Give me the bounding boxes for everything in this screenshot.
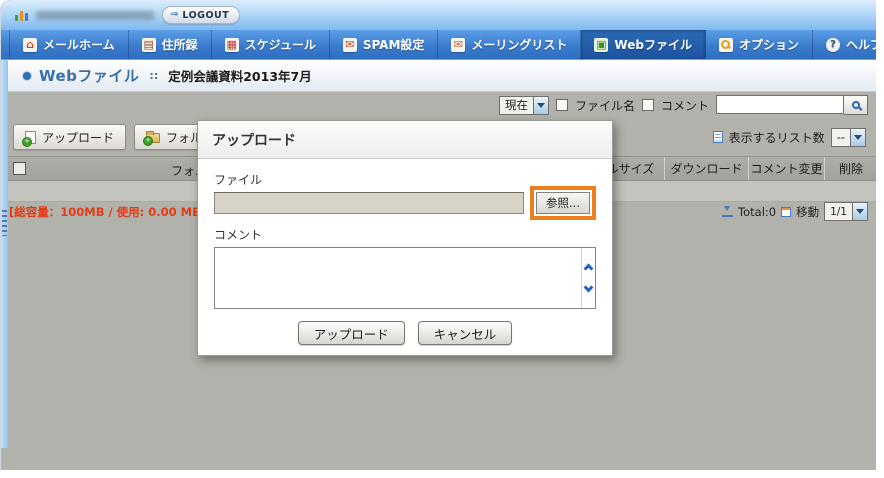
column-comment-change: コメント変更 — [748, 157, 824, 180]
textarea-scrollbar[interactable] — [581, 248, 595, 308]
search-scope-value: 現在 — [500, 97, 533, 114]
logout-label: LOGOUT — [182, 10, 229, 21]
left-panel-splitter[interactable] — [1, 60, 8, 448]
download-total-icon — [722, 206, 733, 217]
search-button[interactable] — [844, 95, 868, 115]
search-icon — [852, 101, 860, 109]
tab-mailing-list[interactable]: ✉ メーリングリスト — [438, 30, 581, 59]
dialog-cancel-button[interactable]: キャンセル — [418, 321, 513, 345]
search-row: 現在 ファイル名 コメント — [1, 92, 876, 118]
comment-checkbox-label: コメント — [661, 97, 709, 114]
tab-help[interactable]: ? ヘルプ — [813, 30, 876, 59]
column-delete: 削除 — [824, 157, 876, 180]
splitter-grip-icon — [2, 210, 7, 236]
list-count-icon — [713, 131, 723, 143]
chevron-down-icon — [852, 203, 867, 220]
tab-schedule[interactable]: ▦ スケジュール — [212, 30, 330, 59]
user-icon — [15, 9, 28, 21]
comment-checkbox[interactable] — [642, 99, 654, 111]
list-count-value: -- — [832, 129, 850, 146]
tab-label: ヘルプ — [846, 36, 876, 53]
move-label: 移動 — [796, 204, 819, 220]
scroll-down-icon[interactable] — [584, 283, 594, 293]
tab-label: メーリングリスト — [471, 36, 567, 53]
tab-label: メールホーム — [43, 36, 115, 53]
user-email-redacted — [36, 11, 154, 20]
tab-label: オプション — [739, 36, 799, 53]
comment-textarea-wrap — [214, 247, 596, 309]
capacity-text: [総容量：100MB / 使用: 0.00 MB] — [9, 204, 206, 220]
filename-checkbox[interactable] — [556, 99, 568, 111]
tab-address-book[interactable]: ▤ 住所録 — [129, 30, 212, 59]
search-input[interactable] — [716, 95, 844, 114]
browse-highlight-box: 参照... — [530, 186, 596, 220]
search-scope-select[interactable]: 現在 — [499, 96, 549, 115]
list-count-select[interactable]: -- — [831, 128, 866, 147]
file-path-input[interactable] — [214, 192, 524, 214]
column-download: ダウンロード — [664, 157, 748, 180]
spam-settings-icon: ✉ — [343, 38, 357, 52]
move-icon — [781, 207, 791, 217]
total-count: Total:0 — [738, 205, 776, 219]
home-icon: ⌂ — [23, 38, 37, 52]
tab-mail-home[interactable]: ⌂ メールホーム — [9, 30, 129, 59]
tab-label: スケジュール — [245, 36, 316, 53]
title-separator: :: — [149, 69, 158, 82]
key-icon — [719, 38, 733, 52]
tab-label: SPAM設定 — [363, 36, 425, 53]
upload-button[interactable]: アップロード — [13, 124, 126, 150]
section-title: Webファイル — [39, 65, 139, 86]
web-file-icon: ▣ — [594, 38, 608, 52]
comment-textarea[interactable] — [215, 248, 581, 308]
section-ring-icon — [23, 72, 31, 80]
chevron-down-icon — [850, 129, 865, 146]
tab-label: 住所録 — [162, 36, 198, 53]
scroll-up-icon[interactable] — [584, 264, 594, 274]
upload-button-label: アップロード — [42, 129, 114, 146]
app-window: ⇒ LOGOUT ⌂ メールホーム ▤ 住所録 ▦ スケジュール ✉ SPAM設… — [0, 0, 876, 470]
main-nav: ⌂ メールホーム ▤ 住所録 ▦ スケジュール ✉ SPAM設定 ✉ メーリング… — [1, 30, 876, 60]
current-folder-title: 定例会議資料2013年7月 — [168, 66, 312, 85]
logout-button[interactable]: ⇒ LOGOUT — [162, 6, 240, 24]
file-add-icon — [25, 131, 36, 144]
upload-dialog: アップロード ファイル 参照... コメント アップロード キャンセル — [197, 120, 613, 356]
page-title-row: Webファイル :: 定例会議資料2013年7月 — [1, 60, 876, 92]
tab-label: Webファイル — [614, 36, 692, 53]
browse-button[interactable]: 参照... — [536, 192, 590, 214]
filename-checkbox-label: ファイル名 — [575, 97, 635, 114]
list-count-label: 表示するリスト数 — [729, 129, 825, 146]
dialog-upload-button[interactable]: アップロード — [298, 321, 405, 345]
tab-web-file[interactable]: ▣ Webファイル — [581, 30, 706, 59]
address-book-icon: ▤ — [142, 38, 156, 52]
comment-field-label: コメント — [214, 226, 596, 243]
folder-add-icon — [146, 133, 160, 143]
page-value: 1/1 — [825, 203, 852, 220]
mailing-list-icon: ✉ — [451, 38, 465, 52]
help-icon: ? — [826, 38, 840, 52]
upload-dialog-title: アップロード — [198, 121, 612, 159]
page-select[interactable]: 1/1 — [824, 202, 868, 221]
select-all-checkbox[interactable] — [13, 162, 26, 175]
tab-options[interactable]: オプション — [706, 30, 813, 59]
tab-spam-settings[interactable]: ✉ SPAM設定 — [330, 30, 439, 59]
calendar-icon: ▦ — [225, 38, 239, 52]
logout-arrow-icon: ⇒ — [170, 10, 178, 20]
chevron-down-icon — [533, 97, 548, 114]
top-bar: ⇒ LOGOUT — [1, 0, 876, 30]
